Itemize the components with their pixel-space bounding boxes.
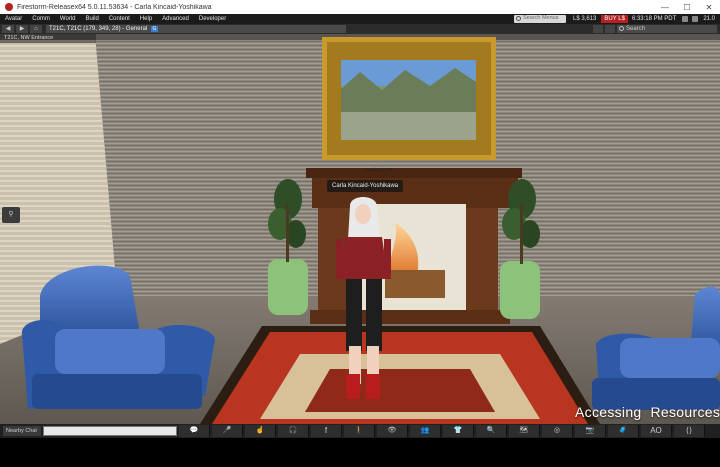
balance-display[interactable]: L$ 3,613 [570, 16, 599, 22]
menu-help[interactable]: Help [135, 16, 157, 22]
bottom-toolbar: Nearby Chat 💬 🎤 ☝ 🎧 f 🚶 👁 👥 👕 🔍 🗺 ◎ 📷 🧳 AO ⟨⟩ [0, 424, 720, 438]
media-icon[interactable] [682, 16, 689, 22]
search-icon [619, 26, 624, 31]
people-icon[interactable]: 👥 [410, 425, 441, 437]
toolbar-buttons: 💬 🎤 ☝ 🎧 f 🚶 👁 👥 👕 🔍 🗺 ◎ 📷 🧳 AO ⟨⟩ [177, 425, 720, 437]
maximize-icon[interactable]: ☐ [676, 3, 698, 12]
home-icon[interactable]: ⌂ [30, 25, 42, 33]
minimize-icon[interactable]: — [654, 3, 676, 12]
location-field[interactable]: T21C, T21C (179, 349, 28) - General G [46, 25, 346, 33]
rug-center [305, 369, 495, 412]
sidebar-toggle-icon[interactable]: ⚲ [2, 207, 20, 223]
back-arrow-icon[interactable]: ◀ [2, 25, 14, 33]
avatar-name-tag: Carla Kincaid-Yoshikawa [327, 180, 404, 192]
search-menus-input[interactable]: Search Menus [514, 15, 567, 23]
location-text: T21C, T21C (179, 349, 28) - General [49, 26, 148, 32]
chat-input[interactable] [43, 426, 177, 436]
appearance-icon[interactable]: 👕 [443, 425, 474, 437]
inventory-icon[interactable]: 🧳 [608, 425, 639, 437]
close-icon[interactable]: ✕ [698, 3, 720, 12]
walk-icon[interactable]: 🚶 [344, 425, 375, 437]
buy-currency-button[interactable]: BUY L$ [601, 15, 628, 23]
menu-developer[interactable]: Developer [194, 16, 231, 22]
world-viewport[interactable]: Carla Kincaid-Yoshikawa Training in 3D ⚲… [0, 34, 720, 424]
snapshot-icon[interactable]: 📷 [575, 425, 606, 437]
clock-display: 6:33:18 PM PDT [631, 16, 677, 22]
favorites-bar[interactable]: T21C, NW Entrance [0, 34, 96, 43]
letterbox-bottom [0, 438, 720, 467]
overlay-word-1: Accessing [575, 404, 642, 420]
fireplace-right-column [466, 208, 498, 318]
nav-search-input[interactable]: Search [617, 25, 717, 33]
menu-content[interactable]: Content [104, 16, 135, 22]
scene-render [0, 34, 720, 424]
expand-icon[interactable]: ⟨⟩ [674, 425, 705, 437]
window-titlebar: Firestorm-Releasex64 5.0.11.53634 - Carl… [0, 0, 720, 14]
search-icon[interactable]: 🔍 [476, 425, 507, 437]
window-title: Firestorm-Releasex64 5.0.11.53634 - Carl… [17, 3, 212, 11]
menu-world[interactable]: World [55, 16, 81, 22]
chat-icon[interactable]: 💬 [179, 425, 210, 437]
fps-display: 21.0 [703, 16, 715, 22]
menu-bar: Avatar Comm World Build Content Help Adv… [0, 14, 720, 24]
volume-icon[interactable] [692, 16, 699, 22]
mantel-top [306, 168, 522, 178]
favorite-landmark[interactable]: T21C, NW Entrance [4, 35, 53, 41]
video-overlay-title: Accessing Resources [575, 404, 720, 420]
search-menus-placeholder: Search Menus [523, 15, 559, 21]
overlay-word-2: Resources [650, 404, 720, 420]
navigation-bar: ◀ ▶ ⌂ T21C, T21C (179, 349, 28) - Genera… [0, 24, 720, 34]
facebook-icon[interactable]: f [311, 425, 342, 437]
gesture-icon[interactable]: ☝ [245, 425, 276, 437]
menu-comm[interactable]: Comm [27, 16, 55, 22]
view-icon[interactable]: 👁 [377, 425, 408, 437]
landmark-star-icon[interactable] [593, 25, 603, 33]
map-icon[interactable]: 🗺 [509, 425, 540, 437]
menu-advanced[interactable]: Advanced [157, 16, 194, 22]
firestorm-logo-icon [5, 3, 13, 11]
speak-icon[interactable]: 🎧 [278, 425, 309, 437]
painting-caption: Training in 3D [365, 167, 393, 172]
menu-build[interactable]: Build [80, 16, 103, 22]
left-planter [268, 259, 308, 315]
voice-icon[interactable]: 🎤 [212, 425, 243, 437]
destinations-icon[interactable]: ◎ [542, 425, 573, 437]
fireplace-hearth [310, 310, 510, 324]
right-planter [500, 261, 540, 319]
search-icon [516, 16, 522, 21]
maturity-badge: G [150, 26, 158, 32]
nearby-chat-button[interactable]: Nearby Chat [3, 426, 41, 436]
painting-ground [341, 112, 476, 140]
forward-arrow-icon[interactable]: ▶ [16, 25, 28, 33]
ao-button[interactable]: AO [641, 425, 672, 437]
dropdown-chevron-icon[interactable] [605, 25, 615, 33]
menu-avatar[interactable]: Avatar [0, 16, 27, 22]
firewood [385, 270, 445, 298]
nav-search-placeholder: Search [626, 26, 646, 32]
